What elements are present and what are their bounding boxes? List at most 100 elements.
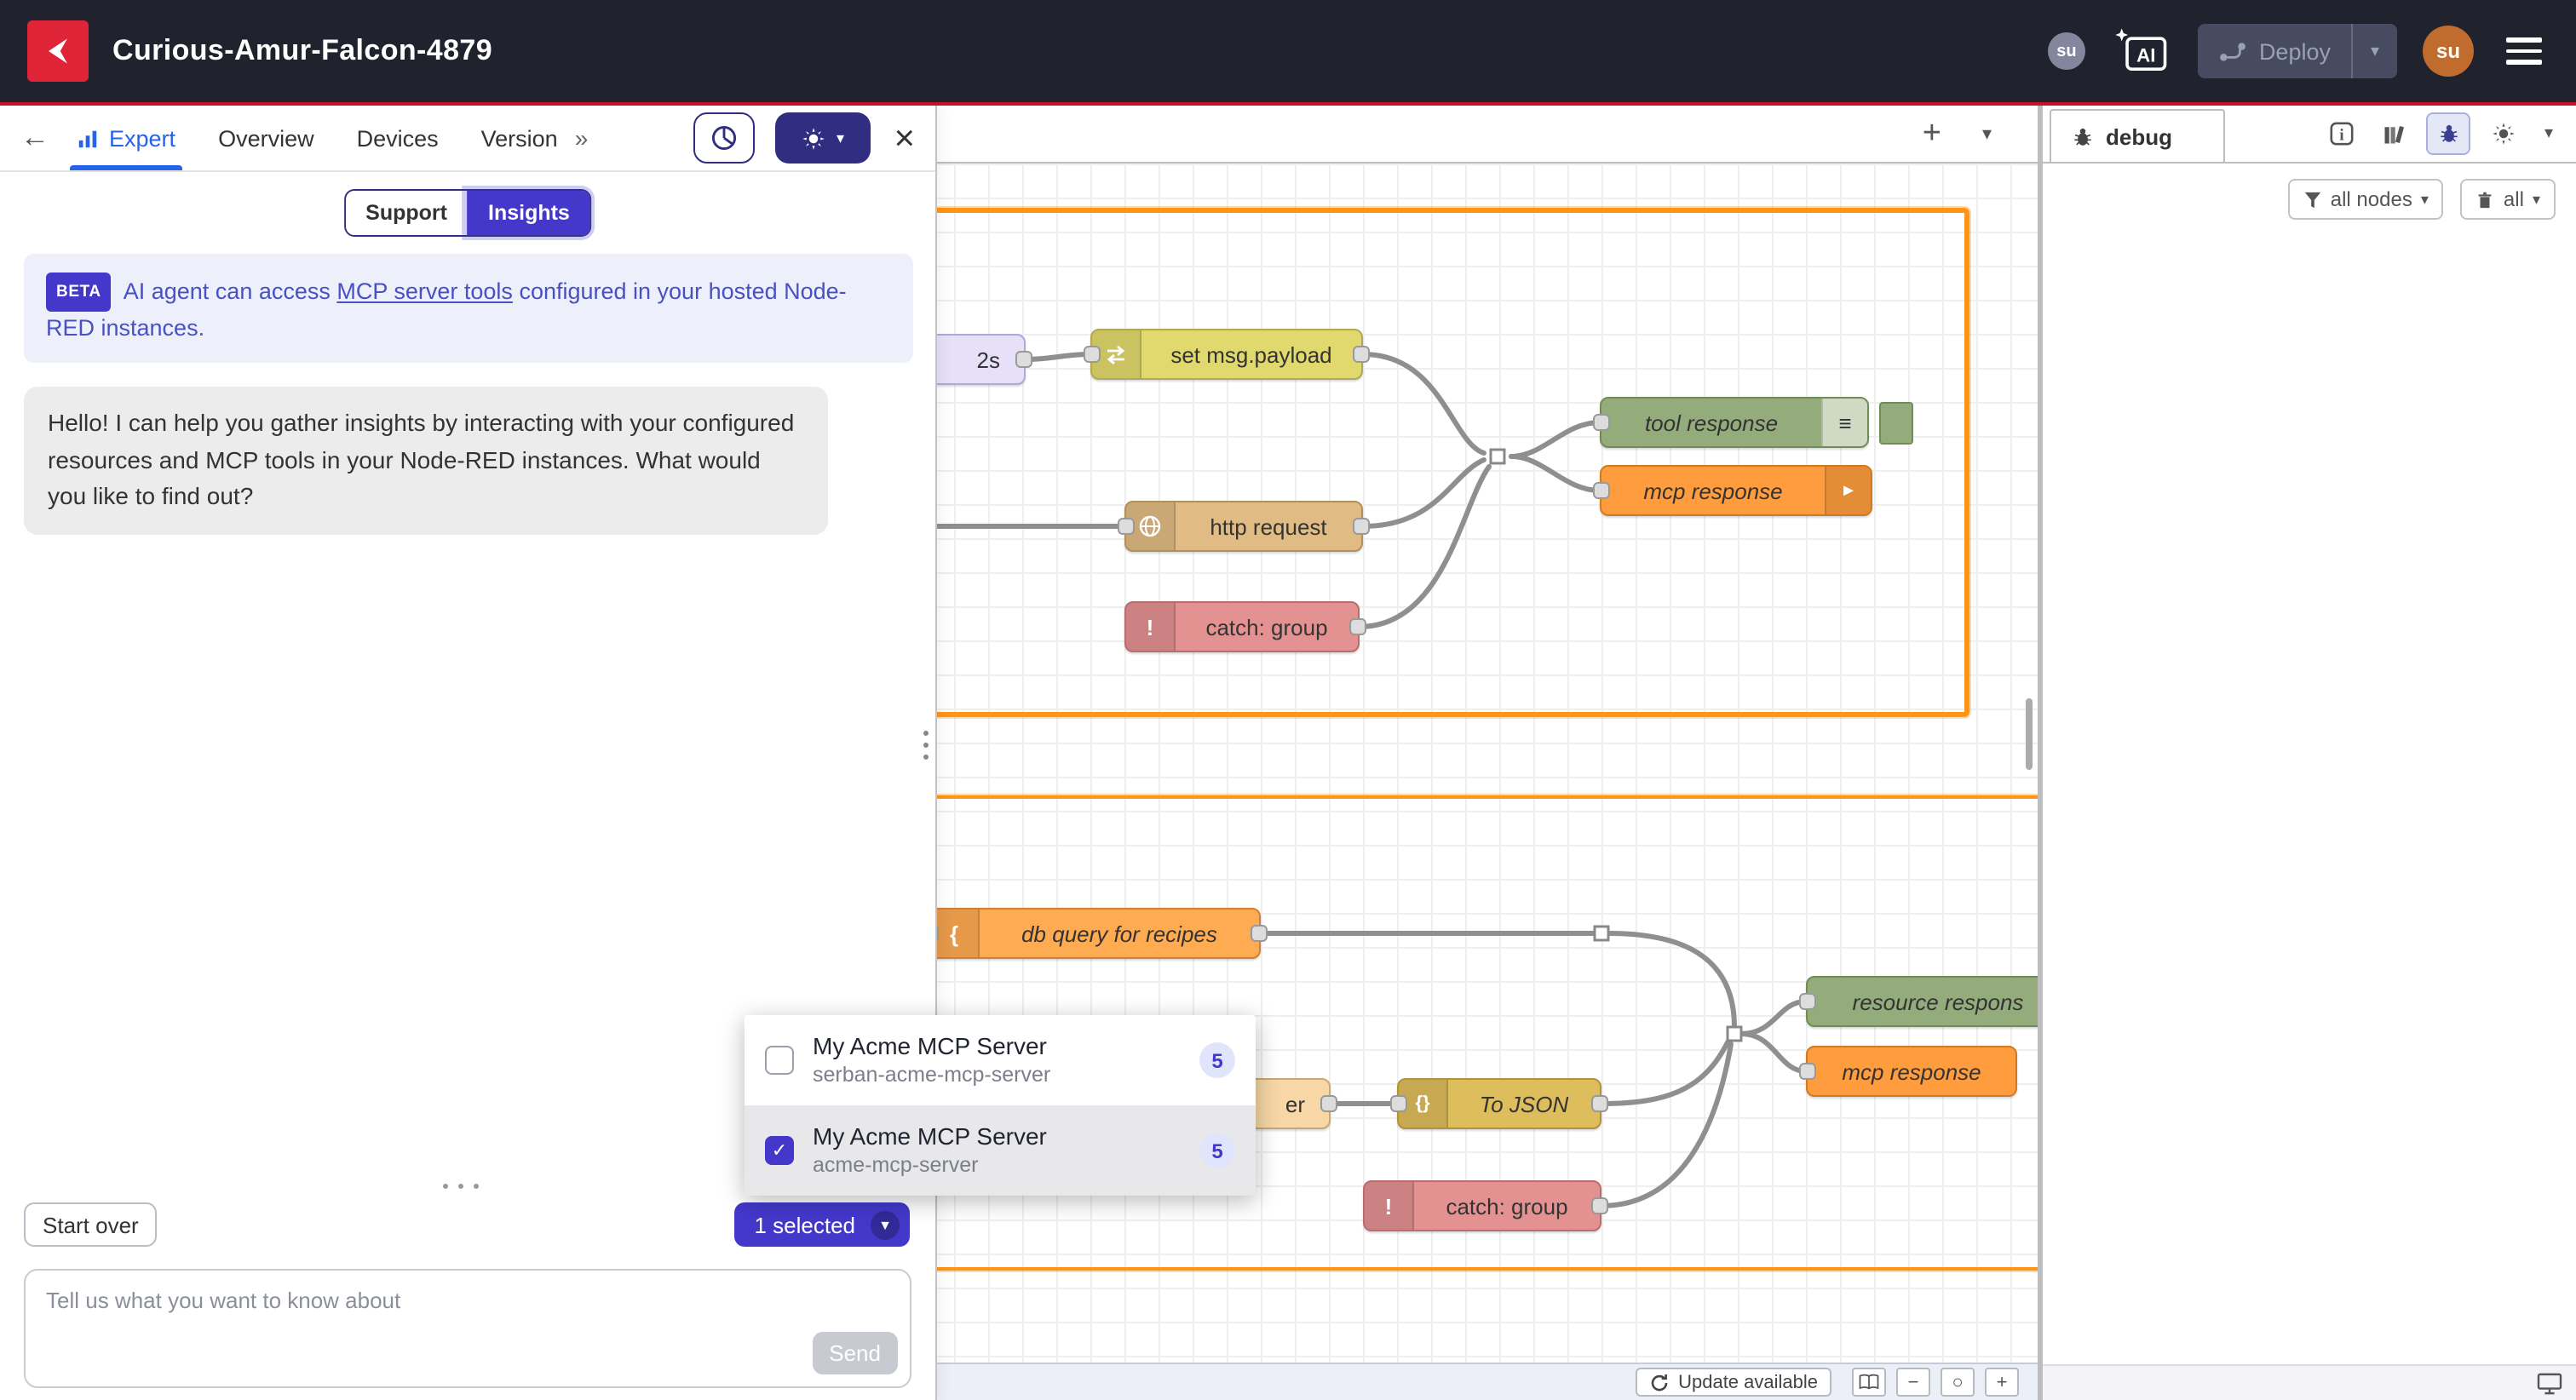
- funnel-icon: [2303, 190, 2322, 209]
- deploy-options-caret[interactable]: ▾: [2351, 24, 2397, 78]
- tool-count-badge: 5: [1199, 1042, 1235, 1078]
- mcp-server-tools-link[interactable]: MCP server tools: [336, 278, 513, 304]
- server-title: My Acme MCP Server: [813, 1121, 1181, 1151]
- input-port[interactable]: [1593, 482, 1610, 499]
- send-button[interactable]: Send: [812, 1332, 898, 1374]
- node-http-request[interactable]: http request: [1124, 501, 1363, 552]
- mode-support-button[interactable]: Support: [345, 191, 468, 235]
- checkbox-checked[interactable]: [765, 1136, 794, 1165]
- more-tabs-chevron-icon[interactable]: »: [575, 124, 589, 152]
- output-port[interactable]: [1591, 1095, 1608, 1112]
- message-input[interactable]: [24, 1269, 911, 1388]
- server-option-1[interactable]: My Acme MCP Server serban-acme-mcp-serve…: [745, 1015, 1256, 1105]
- update-available-label: Update available: [1678, 1372, 1818, 1392]
- svg-text:i: i: [2338, 127, 2343, 145]
- assistant-greeting-message: Hello! I can help you gather insights by…: [24, 387, 828, 534]
- flowfuse-logo-icon[interactable]: [27, 20, 89, 82]
- server-option-2[interactable]: My Acme MCP Server acme-mcp-server 5: [745, 1105, 1256, 1196]
- input-port[interactable]: [1084, 346, 1101, 363]
- brand-accent-line: [0, 102, 2576, 106]
- output-port[interactable]: [1320, 1095, 1337, 1112]
- checkbox-unchecked[interactable]: [765, 1046, 794, 1075]
- tab-debug[interactable]: debug: [2050, 109, 2225, 162]
- node-to-json[interactable]: {} To JSON: [1397, 1078, 1601, 1129]
- tab-version[interactable]: Version: [481, 106, 558, 170]
- input-port[interactable]: [1799, 993, 1816, 1010]
- start-over-button[interactable]: Start over: [24, 1202, 158, 1247]
- server-dropdown-popup: My Acme MCP Server serban-acme-mcp-serve…: [745, 1015, 1256, 1196]
- input-port[interactable]: [1799, 1063, 1816, 1080]
- deploy-button-main[interactable]: Deploy: [2198, 24, 2351, 78]
- node-mcp-response-1[interactable]: mcp response ►: [1600, 465, 1872, 516]
- input-port[interactable]: [1118, 518, 1135, 535]
- input-port[interactable]: [1390, 1095, 1407, 1112]
- wire-junction[interactable]: [1595, 927, 1608, 940]
- node-set-msg-payload[interactable]: set msg.payload: [1090, 329, 1363, 380]
- mode-insights-button[interactable]: Insights: [468, 191, 590, 235]
- node-resource-response[interactable]: resource respons: [1806, 976, 2039, 1027]
- output-port[interactable]: [1353, 346, 1370, 363]
- zoom-in-button[interactable]: +: [1985, 1368, 2019, 1397]
- panel-expander-handle[interactable]: [443, 1184, 479, 1189]
- output-port[interactable]: [1015, 351, 1032, 368]
- navigator-button[interactable]: [1852, 1368, 1886, 1397]
- sidebar-tabs-caret-icon[interactable]: ▾: [2535, 114, 2562, 153]
- node-label: tool response: [1601, 410, 1821, 435]
- flow-list-caret-icon[interactable]: ▾: [1982, 123, 1992, 145]
- panel-resize-handle[interactable]: [923, 731, 929, 760]
- node-tool-response[interactable]: tool response ≡: [1600, 397, 1869, 448]
- pipeline-icon: [2218, 40, 2247, 62]
- output-port[interactable]: [1353, 518, 1370, 535]
- output-port[interactable]: [1251, 925, 1268, 942]
- node-mcp-response-2[interactable]: mcp response: [1806, 1046, 2017, 1097]
- node-label: set msg.payload: [1141, 341, 1361, 367]
- input-port[interactable]: [1593, 414, 1610, 431]
- main-menu-icon[interactable]: [2499, 32, 2549, 72]
- tab-label: Overview: [218, 125, 314, 151]
- output-port[interactable]: [1591, 1197, 1608, 1214]
- debug-enable-toggle[interactable]: [1879, 402, 1913, 445]
- update-available-button[interactable]: Update available: [1636, 1368, 1831, 1397]
- node-catch-group-1[interactable]: ! catch: group: [1124, 601, 1360, 652]
- wire-junction[interactable]: [1491, 450, 1504, 463]
- tab-overview[interactable]: Overview: [218, 106, 314, 170]
- server-selection-button[interactable]: 1 selected ▼: [733, 1202, 910, 1247]
- wire-junction[interactable]: [1728, 1027, 1741, 1041]
- mode-toggle: Support Insights: [343, 189, 592, 237]
- composer: Send: [24, 1269, 911, 1388]
- selection-label: 1 selected: [754, 1212, 855, 1237]
- tab-devices[interactable]: Devices: [357, 106, 439, 170]
- help-docs-button[interactable]: [2373, 114, 2414, 153]
- user-avatar[interactable]: su: [2423, 26, 2474, 77]
- filter-nodes-label: all nodes: [2331, 187, 2412, 211]
- zoom-out-button[interactable]: −: [1896, 1368, 1930, 1397]
- settings-sidebar-button[interactable]: [2482, 114, 2523, 153]
- debug-clear-button[interactable]: all ▾: [2461, 179, 2556, 220]
- node-label: mcp response: [1808, 1059, 2015, 1084]
- output-port[interactable]: [1349, 618, 1366, 635]
- back-arrow-icon[interactable]: ←: [20, 121, 49, 155]
- close-icon[interactable]: ×: [894, 120, 915, 156]
- usage-chart-button[interactable]: [693, 112, 754, 164]
- canvas-scrollbar-thumb[interactable]: [2026, 698, 2033, 770]
- clear-all-label: all: [2504, 187, 2524, 211]
- tab-expert[interactable]: Expert: [77, 106, 175, 170]
- debug-sidebar-button[interactable]: [2426, 112, 2470, 155]
- ai-assistant-button[interactable]: AI: [2111, 24, 2172, 78]
- deploy-label: Deploy: [2259, 38, 2331, 64]
- open-console-icon[interactable]: [2537, 1372, 2562, 1394]
- assistant-settings-button[interactable]: ▾: [774, 112, 870, 164]
- node-catch-group-2[interactable]: ! catch: group: [1363, 1180, 1601, 1231]
- debug-footer: [2043, 1364, 2576, 1400]
- server-title: My Acme MCP Server: [813, 1030, 1181, 1061]
- node-db-query[interactable]: { db query for recipes: [929, 908, 1261, 959]
- team-avatar[interactable]: su: [2048, 32, 2085, 70]
- add-flow-icon[interactable]: +: [1923, 118, 1941, 150]
- deploy-button[interactable]: Deploy ▾: [2198, 24, 2397, 78]
- node-label: catch: group: [1176, 614, 1358, 640]
- debug-tab-label: debug: [2106, 123, 2172, 149]
- zoom-reset-button[interactable]: ○: [1941, 1368, 1975, 1397]
- info-sidebar-button[interactable]: i: [2320, 114, 2361, 153]
- node-label: mcp response: [1601, 478, 1825, 503]
- debug-filter-nodes-button[interactable]: all nodes ▾: [2288, 179, 2444, 220]
